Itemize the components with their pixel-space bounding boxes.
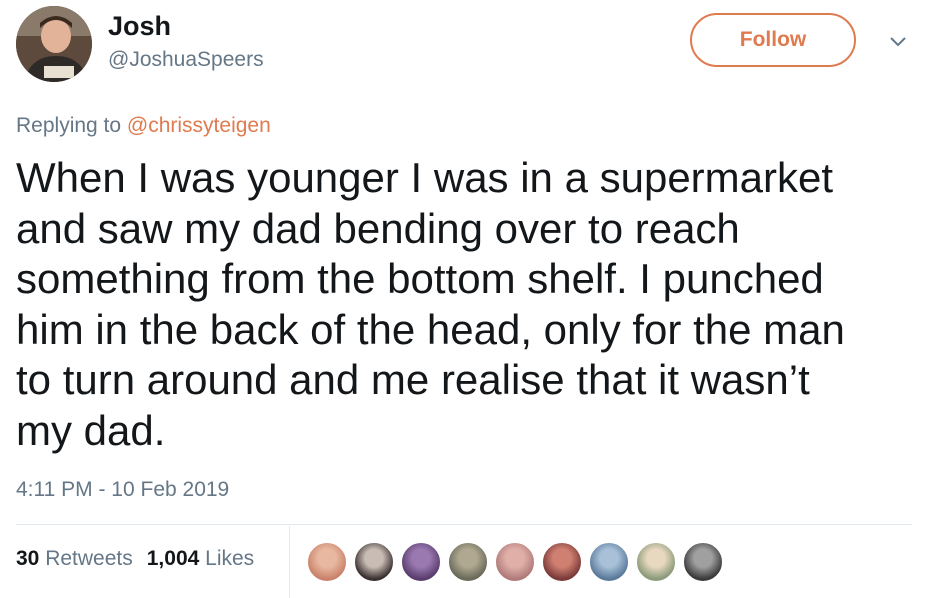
tweet-stats: 30 Retweets 1,004 Likes	[16, 545, 268, 573]
follow-button[interactable]: Follow	[690, 13, 856, 67]
liker-avatar[interactable]	[353, 541, 395, 583]
retweets-stat[interactable]: 30 Retweets	[16, 547, 133, 570]
replying-mention-link[interactable]: @chrissyteigen	[127, 114, 271, 137]
liker-avatar[interactable]	[400, 541, 442, 583]
liker-avatar[interactable]	[682, 541, 724, 583]
retweets-count: 30	[16, 547, 40, 570]
tweet-text-line: my dad.	[16, 406, 166, 454]
tweet-text-line: to turn around and me realise that it wa…	[16, 356, 810, 403]
divider	[16, 524, 912, 525]
tweet-timestamp[interactable]: 4:11 PM - 10 Feb 2019	[16, 476, 229, 504]
liker-avatar[interactable]	[541, 541, 583, 583]
author-avatar[interactable]	[16, 6, 92, 82]
tweet-text-line: him in the back of the head, only for th…	[16, 305, 845, 353]
liker-avatar[interactable]	[635, 541, 677, 583]
author-handle[interactable]: @JoshuaSpeers	[108, 46, 264, 74]
likes-stat[interactable]: 1,004 Likes	[147, 547, 254, 570]
liker-avatar[interactable]	[494, 541, 536, 583]
stats-divider	[289, 526, 290, 598]
tweet-text-line: something from the bottom shelf. I punch…	[16, 255, 824, 302]
liker-avatar[interactable]	[447, 541, 489, 583]
tweet-text-line: and saw my dad bending over to reach	[16, 204, 740, 252]
replying-to: Replying to @chrissyteigen	[16, 112, 271, 140]
retweets-label: Retweets	[45, 547, 133, 570]
tweet-text: When I was younger I was in a supermarke…	[16, 153, 921, 456]
replying-prefix: Replying to	[16, 114, 122, 137]
liker-avatar[interactable]	[306, 541, 348, 583]
liker-avatar[interactable]	[588, 541, 630, 583]
tweet-text-line: When I was younger I was in a supermarke…	[16, 154, 834, 201]
chevron-down-icon[interactable]	[884, 30, 912, 54]
likes-label: Likes	[205, 547, 255, 570]
liker-avatars	[306, 541, 729, 583]
likes-count: 1,004	[146, 547, 200, 570]
author-name[interactable]: Josh	[108, 10, 171, 42]
